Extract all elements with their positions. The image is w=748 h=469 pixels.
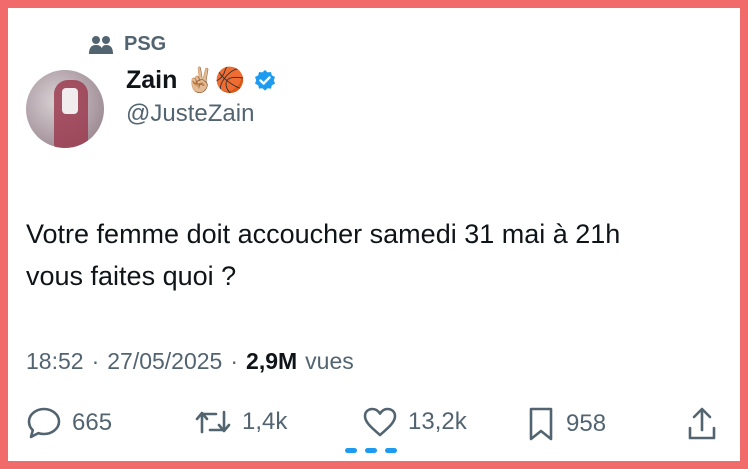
tweet-card: PSG Zain ✌🏼🏀 @JusteZain Votre femme doit… (8, 8, 740, 461)
tweet-text-line: Votre femme doit accoucher samedi 31 mai… (26, 219, 621, 249)
author-name-row: Zain ✌🏼🏀 (126, 66, 277, 95)
share-button[interactable] (686, 406, 718, 442)
heart-icon (362, 406, 398, 438)
share-icon (686, 406, 718, 442)
verified-badge-icon (253, 69, 277, 93)
page-indicator (345, 448, 397, 453)
views-label: vues (305, 348, 354, 374)
community-header[interactable]: PSG (88, 33, 166, 56)
meta-separator: · (230, 348, 239, 374)
repost-icon (194, 406, 232, 438)
action-bar: 665 1,4k 13,2k 958 (26, 406, 726, 452)
bookmark-icon (526, 406, 556, 442)
views-count: 2,9M (246, 348, 298, 374)
author-handle[interactable]: @JusteZain (126, 100, 254, 128)
reply-count: 665 (72, 409, 113, 436)
meta-separator: · (91, 348, 100, 374)
reply-icon (26, 406, 62, 440)
tweet-time[interactable]: 18:52 (26, 348, 84, 375)
people-icon (88, 35, 114, 55)
author-name[interactable]: Zain (126, 66, 177, 95)
bookmark-button[interactable]: 958 (526, 406, 606, 442)
tweet-date[interactable]: 27/05/2025 (107, 348, 222, 375)
community-label: PSG (124, 33, 167, 55)
bookmark-count: 958 (566, 410, 607, 437)
like-count: 13,2k (408, 408, 467, 435)
repost-count: 1,4k (242, 408, 288, 435)
avatar[interactable] (26, 70, 104, 148)
tweet-text-line: vous faites quoi ? (26, 261, 237, 291)
reply-button[interactable]: 665 (26, 406, 112, 440)
tweet-meta: 18:52 · 27/05/2025 · 2,9M vues (26, 348, 354, 375)
tweet-text: Votre femme doit accoucher samedi 31 mai… (26, 213, 726, 297)
like-button[interactable]: 13,2k (362, 406, 467, 438)
author-emoji: ✌🏼🏀 (185, 66, 246, 94)
repost-button[interactable]: 1,4k (194, 406, 287, 438)
